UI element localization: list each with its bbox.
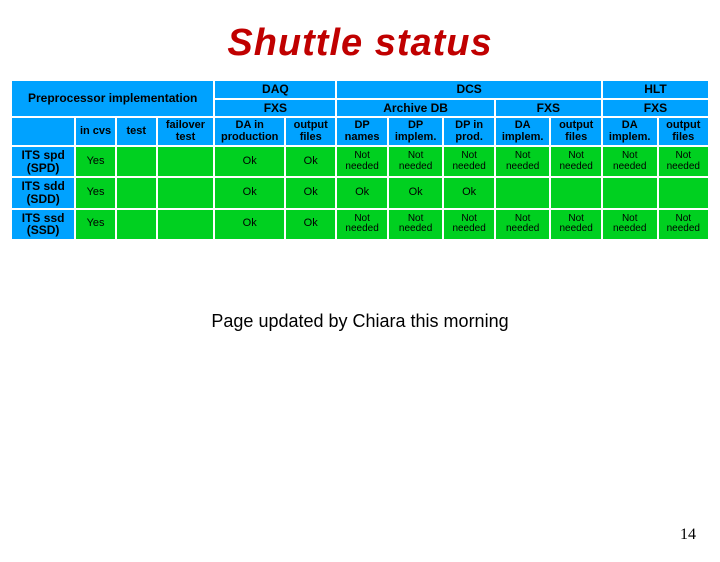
cell [116, 146, 157, 177]
col-output-3: output files [658, 117, 709, 146]
hdr-blank [11, 117, 75, 146]
cell: Not needed [495, 146, 551, 177]
cell [550, 177, 601, 208]
cell: Not needed [388, 146, 444, 177]
hdr-preprocessor: Preprocessor implementation [11, 80, 214, 117]
cell: Not needed [658, 209, 709, 240]
col-da-impl-2: DA implem. [602, 117, 658, 146]
cell [495, 177, 551, 208]
hdr-hlt-fxs: FXS [602, 99, 709, 118]
hdr-daq-fxs: FXS [214, 99, 336, 118]
cell: Not needed [658, 146, 709, 177]
row-label: ITS sdd (SDD) [11, 177, 75, 208]
caption-text: Page updated by Chiara this morning [0, 311, 720, 332]
cell: Not needed [443, 146, 494, 177]
cell: Not needed [550, 209, 601, 240]
hdr-daq: DAQ [214, 80, 336, 99]
col-failover: failover test [157, 117, 215, 146]
col-in-cvs: in cvs [75, 117, 116, 146]
cell: Yes [75, 146, 116, 177]
page-number: 14 [680, 526, 696, 544]
cell: Ok [388, 177, 444, 208]
cell: Ok [285, 177, 336, 208]
cell: Not needed [602, 146, 658, 177]
cell: Not needed [550, 146, 601, 177]
status-table-container: Preprocessor implementation DAQ DCS HLT … [10, 79, 710, 241]
hdr-dcs-archive: Archive DB [336, 99, 494, 118]
cell: Ok [443, 177, 494, 208]
col-dp-impl: DP implem. [388, 117, 444, 146]
col-da-prod: DA in production [214, 117, 285, 146]
cell [658, 177, 709, 208]
cell [602, 177, 658, 208]
cell [116, 209, 157, 240]
col-da-impl-1: DA implem. [495, 117, 551, 146]
col-test: test [116, 117, 157, 146]
cell: Not needed [443, 209, 494, 240]
cell: Yes [75, 177, 116, 208]
row-label: ITS ssd (SSD) [11, 209, 75, 240]
header-row-3: in cvs test failover test DA in producti… [11, 117, 709, 146]
row-label: ITS spd (SPD) [11, 146, 75, 177]
cell: Ok [285, 209, 336, 240]
cell: Ok [336, 177, 387, 208]
cell: Ok [214, 209, 285, 240]
cell: Yes [75, 209, 116, 240]
col-dp-names: DP names [336, 117, 387, 146]
cell: Not needed [388, 209, 444, 240]
table-row: ITS ssd (SSD) Yes Ok Ok Not needed Not n… [11, 209, 709, 240]
status-table: Preprocessor implementation DAQ DCS HLT … [10, 79, 710, 241]
col-output-2: output files [550, 117, 601, 146]
col-dp-prod: DP in prod. [443, 117, 494, 146]
hdr-dcs: DCS [336, 80, 601, 99]
table-row: ITS sdd (SDD) Yes Ok Ok Ok Ok Ok [11, 177, 709, 208]
header-row-1: Preprocessor implementation DAQ DCS HLT [11, 80, 709, 99]
cell: Ok [214, 177, 285, 208]
cell: Not needed [336, 209, 387, 240]
col-output-1: output files [285, 117, 336, 146]
cell: Ok [214, 146, 285, 177]
cell: Ok [285, 146, 336, 177]
hdr-hlt: HLT [602, 80, 709, 99]
hdr-dcs-fxs: FXS [495, 99, 602, 118]
slide-title: Shuttle status [0, 22, 720, 65]
cell [157, 177, 215, 208]
cell [116, 177, 157, 208]
cell [157, 146, 215, 177]
cell: Not needed [602, 209, 658, 240]
cell: Not needed [495, 209, 551, 240]
table-row: ITS spd (SPD) Yes Ok Ok Not needed Not n… [11, 146, 709, 177]
cell [157, 209, 215, 240]
cell: Not needed [336, 146, 387, 177]
